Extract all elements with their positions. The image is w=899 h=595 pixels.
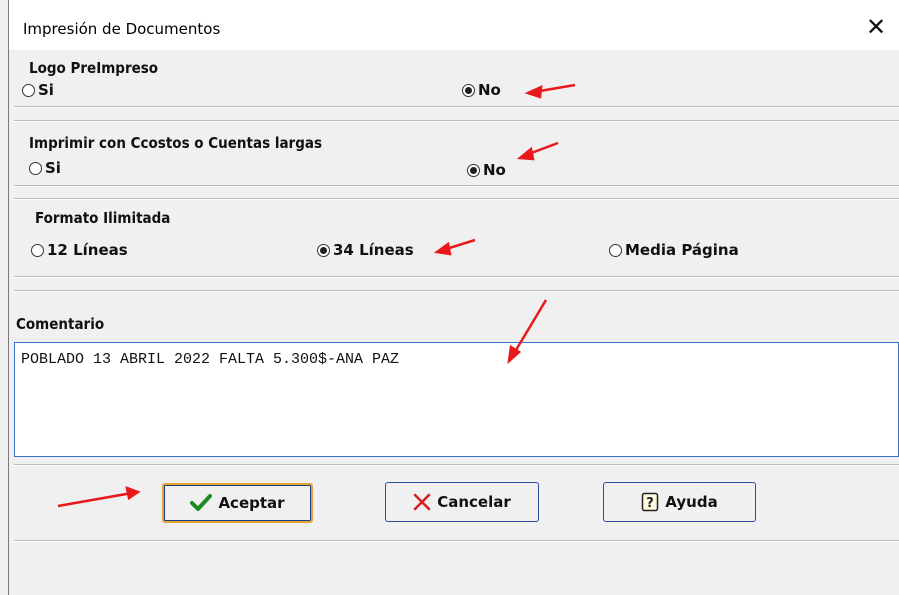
annotation-arrow [57, 486, 141, 508]
annotation-arrows [57, 83, 576, 508]
annotation-arrow [516, 141, 559, 161]
annotation-arrow [433, 238, 476, 256]
annotation-arrow [524, 83, 576, 99]
annotation-arrow [507, 299, 548, 365]
